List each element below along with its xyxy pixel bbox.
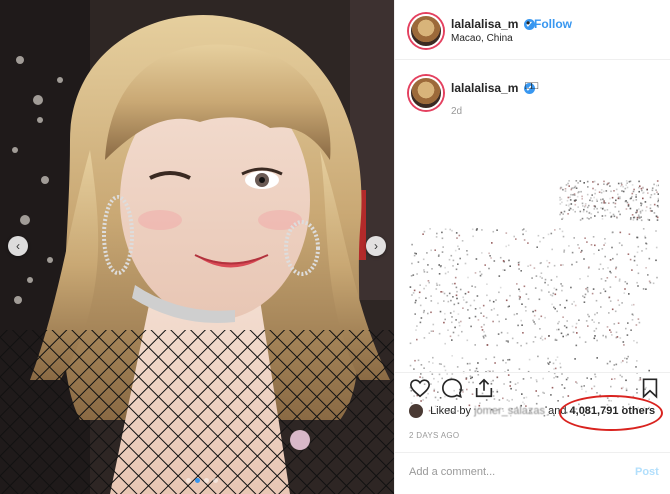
add-comment-bar: Add a comment... Post [395, 452, 670, 494]
post-header: lalalalisa_m ✔ • Follow Macao, China [395, 0, 670, 60]
carousel-dot [186, 478, 191, 483]
carousel-dot [204, 478, 209, 483]
post-timestamp: 2 DAYS AGO [409, 431, 460, 440]
selfie-illustration [0, 0, 394, 494]
caption-text: □□ [525, 80, 539, 92]
caption-username: lalalalisa_m [451, 81, 519, 95]
post-comment-button[interactable]: Post [635, 466, 659, 478]
separator-dot: • [526, 16, 531, 30]
instagram-post: ‹ › lalalalisa_m ✔ • Follow Macao, China [0, 0, 670, 494]
author-username-link[interactable]: lalalalisa_m ✔ [451, 17, 535, 31]
carousel-dot [213, 478, 218, 483]
caption-section: lalalalisa_m ✔ □□ 2d [395, 60, 670, 417]
caption-username-link[interactable]: lalalalisa_m ✔ [451, 81, 535, 95]
chevron-left-icon: ‹ [16, 239, 20, 253]
comment-input[interactable]: Add a comment... [409, 466, 495, 478]
follow-button[interactable]: Follow [534, 17, 572, 31]
comment-icon[interactable] [441, 377, 463, 399]
location-link[interactable]: Macao, China [451, 33, 513, 44]
carousel-indicator [186, 478, 218, 483]
carousel-dot-active [195, 478, 200, 483]
caption-author-avatar[interactable] [409, 76, 443, 110]
post-photo[interactable]: ‹ › [0, 0, 394, 494]
heart-icon[interactable] [409, 377, 431, 399]
annotation-circle [559, 395, 663, 431]
share-icon[interactable] [473, 377, 495, 399]
likes-prefix: Liked by [430, 404, 472, 417]
liker-username[interactable]: jomer_salazas [474, 405, 545, 417]
liker-avatar[interactable] [409, 404, 423, 418]
carousel-prev-button[interactable]: ‹ [8, 236, 28, 256]
author-username: lalalalisa_m [451, 17, 519, 31]
chevron-right-icon: › [374, 239, 378, 253]
carousel-next-button[interactable]: › [366, 236, 386, 256]
author-avatar[interactable] [409, 14, 443, 48]
bookmark-icon[interactable] [639, 377, 661, 399]
post-side-panel: lalalalisa_m ✔ • Follow Macao, China lal… [394, 0, 670, 494]
caption-timestamp: 2d [451, 106, 463, 117]
